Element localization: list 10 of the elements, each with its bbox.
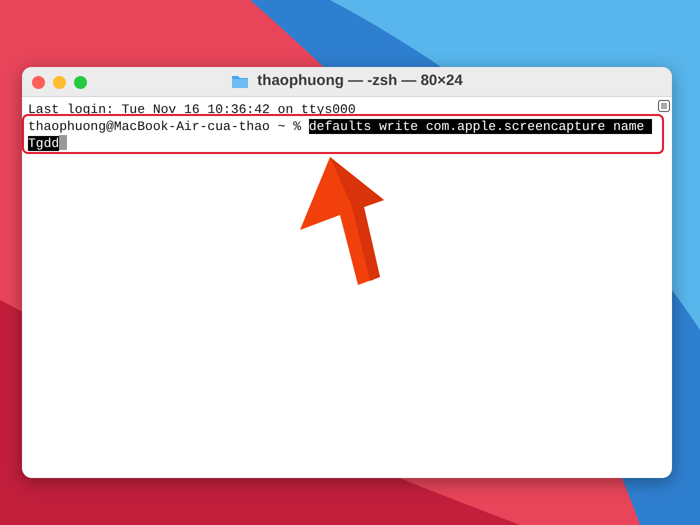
selected-command-text: defaults write com.apple.screencapture name	[308, 119, 652, 134]
close-button[interactable]	[32, 76, 45, 89]
window-title: thaophuong — -zsh — 80×24	[257, 71, 463, 92]
list-icon[interactable]	[658, 100, 670, 112]
folder-icon	[231, 74, 250, 89]
zoom-button[interactable]	[74, 76, 87, 89]
terminal-text: Last login: Tue Nov 16 10:36:42 on ttys000	[28, 102, 356, 117]
minimize-button[interactable]	[53, 76, 66, 89]
selected-command-text: Tgdd	[28, 136, 60, 151]
prompt-text: thaophuong@MacBook-Air-cua-thao ~ %	[28, 119, 302, 134]
